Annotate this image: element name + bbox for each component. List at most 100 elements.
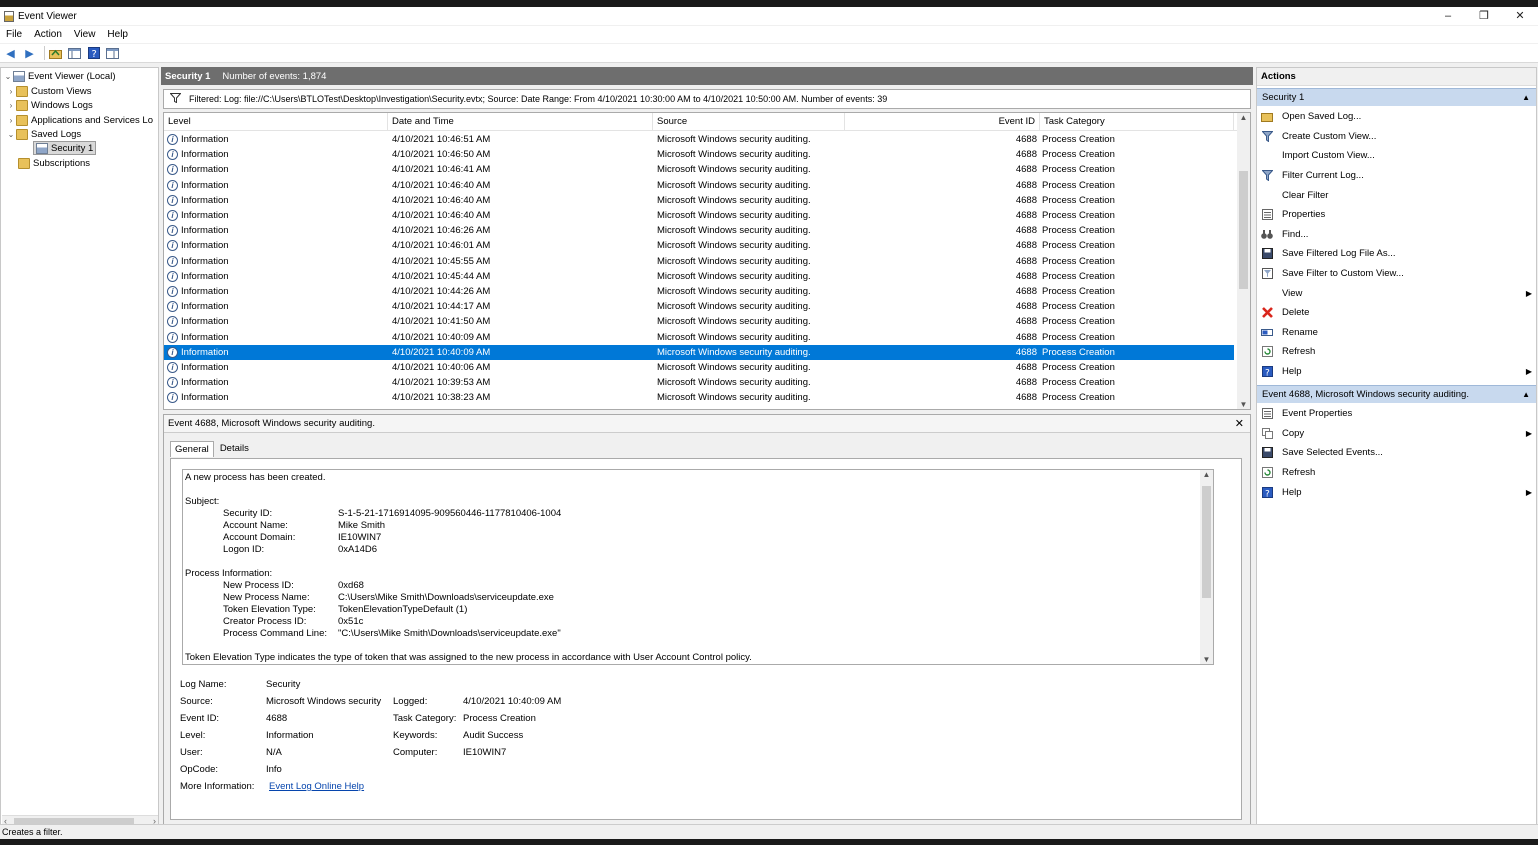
column-header-source[interactable]: Source	[653, 113, 845, 131]
forward-arrow-icon[interactable]: ▶	[22, 46, 37, 61]
up-folder-icon[interactable]	[48, 46, 63, 61]
action-create-custom-view[interactable]: Create Custom View...	[1257, 127, 1536, 147]
collapse-arrow-icon[interactable]: ⌄	[6, 130, 16, 139]
save-filter-icon	[1261, 268, 1273, 280]
description-scrollbar[interactable]: ▲ ▼	[1200, 470, 1213, 664]
event-description-box[interactable]: A new process has been created. Subject:…	[182, 469, 1214, 665]
table-row[interactable]: i Information 4/10/2021 10:45:44 AM Microso…	[164, 269, 1234, 284]
action-clear-filter[interactable]: Clear Filter	[1257, 185, 1536, 205]
close-window-button[interactable]: ✕	[1502, 7, 1538, 25]
column-header-task-category[interactable]: Task Category	[1040, 113, 1234, 131]
action-save-filter-to-custom-view[interactable]: Save Filter to Custom View...	[1257, 264, 1536, 284]
table-row[interactable]: i Information 4/10/2021 10:44:26 AM Microso…	[164, 284, 1234, 299]
column-header-event-id[interactable]: Event ID	[845, 113, 1040, 131]
scroll-up-icon[interactable]: ▲	[1200, 470, 1213, 479]
event-log-online-help-link[interactable]: Event Log Online Help	[269, 781, 364, 792]
table-row[interactable]: i Information 4/10/2021 10:46:26 AM Microso…	[164, 223, 1234, 238]
cell-source: Microsoft Windows security auditing.	[657, 149, 811, 161]
action-label: Filter Current Log...	[1282, 170, 1364, 182]
tree-item-saved-logs[interactable]: ⌄ Saved Logs	[6, 127, 81, 141]
action-help[interactable]: ? Help ▶	[1257, 362, 1536, 382]
table-row[interactable]: i Information 4/10/2021 10:38:23 AM Microso…	[164, 390, 1234, 405]
action-filter-current-log[interactable]: Filter Current Log...	[1257, 166, 1536, 186]
tree-item-subscriptions[interactable]: Subscriptions	[18, 156, 90, 170]
tree-item-event-viewer-local[interactable]: ⌄ Event Viewer (Local)	[3, 69, 115, 83]
submenu-arrow-icon: ▶	[1525, 288, 1532, 298]
table-row[interactable]: i Information 4/10/2021 10:41:50 AM Microso…	[164, 314, 1234, 329]
menu-action[interactable]: Action	[34, 29, 62, 40]
action-open-saved-log[interactable]: Open Saved Log...	[1257, 107, 1536, 127]
menu-help[interactable]: Help	[107, 29, 128, 40]
action-view[interactable]: View ▶	[1257, 283, 1536, 303]
cell-date: 4/10/2021 10:46:26 AM	[392, 225, 491, 237]
actions-section-event[interactable]: Event 4688, Microsoft Windows security a…	[1257, 385, 1536, 403]
table-row[interactable]: i Information 4/10/2021 10:46:40 AM Microso…	[164, 178, 1234, 193]
expand-arrow-icon[interactable]: ›	[6, 116, 16, 125]
action-properties[interactable]: Properties	[1257, 205, 1536, 225]
action-find[interactable]: Find...	[1257, 225, 1536, 245]
meta-level: Information	[266, 730, 314, 741]
table-row[interactable]: i Information 4/10/2021 10:46:01 AM Microso…	[164, 238, 1234, 253]
action-copy[interactable]: Copy ▶	[1257, 424, 1536, 444]
action-rename[interactable]: Rename	[1257, 323, 1536, 343]
action-refresh[interactable]: Refresh	[1257, 342, 1536, 362]
meta-source-label: Source:	[180, 696, 213, 707]
action-save-filtered-log-file-as[interactable]: Save Filtered Log File As...	[1257, 244, 1536, 264]
cell-source: Microsoft Windows security auditing.	[657, 225, 811, 237]
scroll-down-icon[interactable]: ▼	[1237, 400, 1250, 409]
action-help[interactable]: ? Help ▶	[1257, 482, 1536, 502]
column-header-level[interactable]: Level	[164, 113, 388, 131]
action-refresh[interactable]: Refresh	[1257, 463, 1536, 483]
tree-item-custom-views[interactable]: › Custom Views	[6, 84, 92, 98]
menu-file[interactable]: File	[6, 29, 22, 40]
minimize-button[interactable]: –	[1430, 7, 1466, 25]
information-icon: i	[167, 316, 178, 328]
show-hide-action-pane-icon[interactable]	[105, 46, 120, 61]
actions-section-security-1[interactable]: Security 1 ▲	[1257, 88, 1536, 106]
menu-view[interactable]: View	[74, 29, 96, 40]
collapse-caret-icon[interactable]: ▲	[1522, 386, 1530, 404]
help-icon[interactable]: ?	[86, 46, 101, 61]
scroll-thumb[interactable]	[1202, 486, 1211, 598]
expand-arrow-icon[interactable]: ›	[6, 87, 16, 96]
tab-general[interactable]: General	[170, 441, 214, 457]
close-details-icon[interactable]: ✕	[1235, 415, 1244, 433]
table-row[interactable]: i Information 4/10/2021 10:46:40 AM Microso…	[164, 193, 1234, 208]
table-row[interactable]: i Information 4/10/2021 10:40:09 AM Microso…	[164, 330, 1234, 345]
table-row[interactable]: i Information 4/10/2021 10:40:09 AM Microso…	[164, 344, 1234, 360]
tree-item-windows-logs[interactable]: › Windows Logs	[6, 98, 93, 112]
scroll-down-icon[interactable]: ▼	[1200, 655, 1213, 664]
table-row[interactable]: i Information 4/10/2021 10:46:50 AM Microso…	[164, 147, 1234, 162]
tab-details[interactable]: Details	[216, 441, 253, 457]
table-row[interactable]: i Information 4/10/2021 10:46:51 AM Microso…	[164, 132, 1234, 147]
column-header-date[interactable]: Date and Time	[388, 113, 653, 131]
table-row[interactable]: i Information 4/10/2021 10:39:53 AM Microso…	[164, 375, 1234, 390]
collapse-caret-icon[interactable]: ▲	[1522, 89, 1530, 107]
table-row[interactable]: i Information 4/10/2021 10:44:17 AM Microso…	[164, 299, 1234, 314]
cell-date: 4/10/2021 10:40:09 AM	[392, 346, 491, 358]
action-event-properties[interactable]: Event Properties	[1257, 404, 1536, 424]
show-hide-console-tree-icon[interactable]	[67, 46, 82, 61]
action-import-custom-view[interactable]: Import Custom View...	[1257, 146, 1536, 166]
submenu-arrow-icon: ▶	[1525, 428, 1532, 438]
action-delete[interactable]: Delete	[1257, 303, 1536, 323]
collapse-arrow-icon[interactable]: ⌄	[3, 72, 13, 81]
scroll-up-icon[interactable]: ▲	[1237, 113, 1250, 122]
cell-source: Microsoft Windows security auditing.	[657, 134, 811, 145]
table-row[interactable]: i Information 4/10/2021 10:40:06 AM Microso…	[164, 360, 1234, 375]
action-label: Save Selected Events...	[1282, 447, 1383, 459]
restore-button[interactable]: ❐	[1466, 7, 1502, 25]
back-arrow-icon[interactable]: ◀	[3, 46, 18, 61]
table-row[interactable]: i Information 4/10/2021 10:46:41 AM Microso…	[164, 162, 1234, 177]
scroll-thumb[interactable]	[1239, 171, 1248, 289]
expand-arrow-icon[interactable]: ›	[6, 101, 16, 110]
table-row[interactable]: i Information 4/10/2021 10:45:55 AM Microso…	[164, 254, 1234, 269]
tree-item-security-1[interactable]: Security 1	[33, 141, 97, 155]
delete-icon	[1261, 307, 1273, 319]
tree-item-applications-services[interactable]: › Applications and Services Lo	[6, 113, 153, 127]
cell-level: Information	[181, 164, 229, 176]
subscriptions-icon	[18, 157, 30, 169]
action-save-selected-events[interactable]: Save Selected Events...	[1257, 443, 1536, 463]
grid-vertical-scrollbar[interactable]: ▲ ▼	[1237, 113, 1250, 409]
table-row[interactable]: i Information 4/10/2021 10:46:40 AM Microso…	[164, 208, 1234, 223]
